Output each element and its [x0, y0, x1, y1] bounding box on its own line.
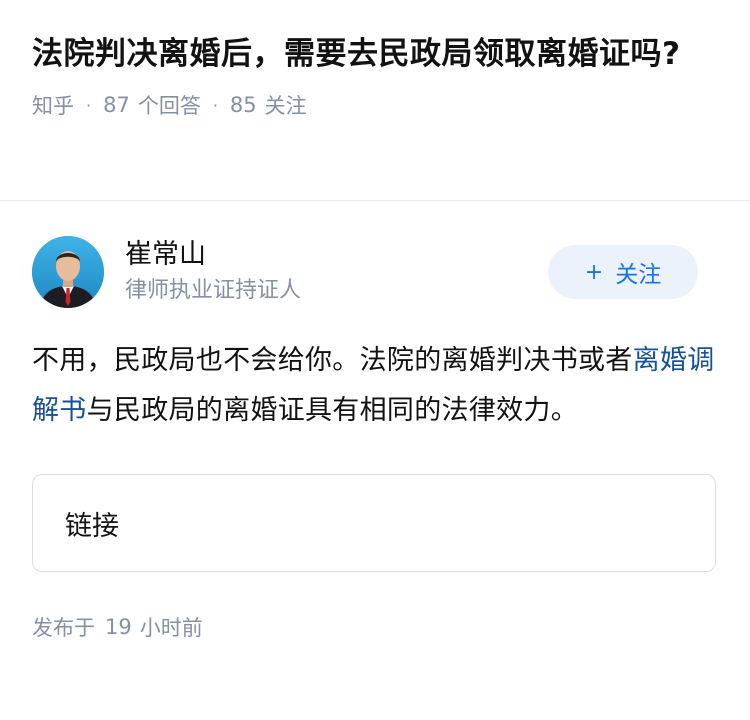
answer-content: 不用，民政局也不会给你。法院的离婚判决书或者离婚调解书与民政局的离婚证具有相同的…	[32, 336, 718, 436]
author-badge: 律师执业证持证人	[125, 278, 302, 303]
answer-text-part: 与民政局的离婚证具有相同的法律效力。	[86, 395, 579, 426]
publish-suffix: 小时前	[139, 616, 203, 640]
avatar[interactable]	[32, 236, 104, 308]
person-avatar-icon	[32, 236, 104, 308]
link-card-label: 链接	[65, 510, 119, 542]
question-title[interactable]: 法院判决离婚后，需要去民政局领取离婚证吗?	[32, 30, 722, 78]
follow-button-label: 关注	[615, 262, 662, 288]
question-header: 法院判决离婚后，需要去民政局领取离婚证吗? 知乎 · 87 个回答 · 85 关…	[32, 30, 722, 120]
answer-count: 87	[103, 93, 130, 117]
author-row: 崔常山 律师执业证持证人 + 关注	[32, 234, 718, 310]
answer-card: 崔常山 律师执业证持证人 + 关注 不用，民政局也不会给你。法院的离婚判决书或者…	[32, 234, 718, 642]
publish-prefix: 发布于	[32, 616, 95, 640]
answer-count-label: 个回答	[137, 94, 201, 118]
follower-count-label: 关注	[264, 94, 307, 118]
follow-button[interactable]: + 关注	[548, 245, 698, 299]
publish-hours: 19	[105, 615, 132, 639]
separator-dot: ·	[86, 95, 92, 115]
section-divider	[0, 200, 750, 201]
source-label[interactable]: 知乎	[32, 90, 74, 120]
author-info: 崔常山 律师执业证持证人	[125, 237, 548, 307]
publish-time: 发布于 19 小时前	[32, 612, 718, 642]
answer-text-part: 不用，民政局也不会给你。法院的离婚判决书或者	[32, 345, 633, 376]
follower-count: 85	[229, 93, 257, 117]
link-card[interactable]: 链接	[32, 474, 716, 572]
plus-icon: +	[584, 259, 604, 285]
question-meta: 知乎 · 87 个回答 · 85 关注	[32, 90, 722, 120]
author-name[interactable]: 崔常山	[125, 237, 548, 273]
separator-dot: ·	[212, 95, 218, 115]
